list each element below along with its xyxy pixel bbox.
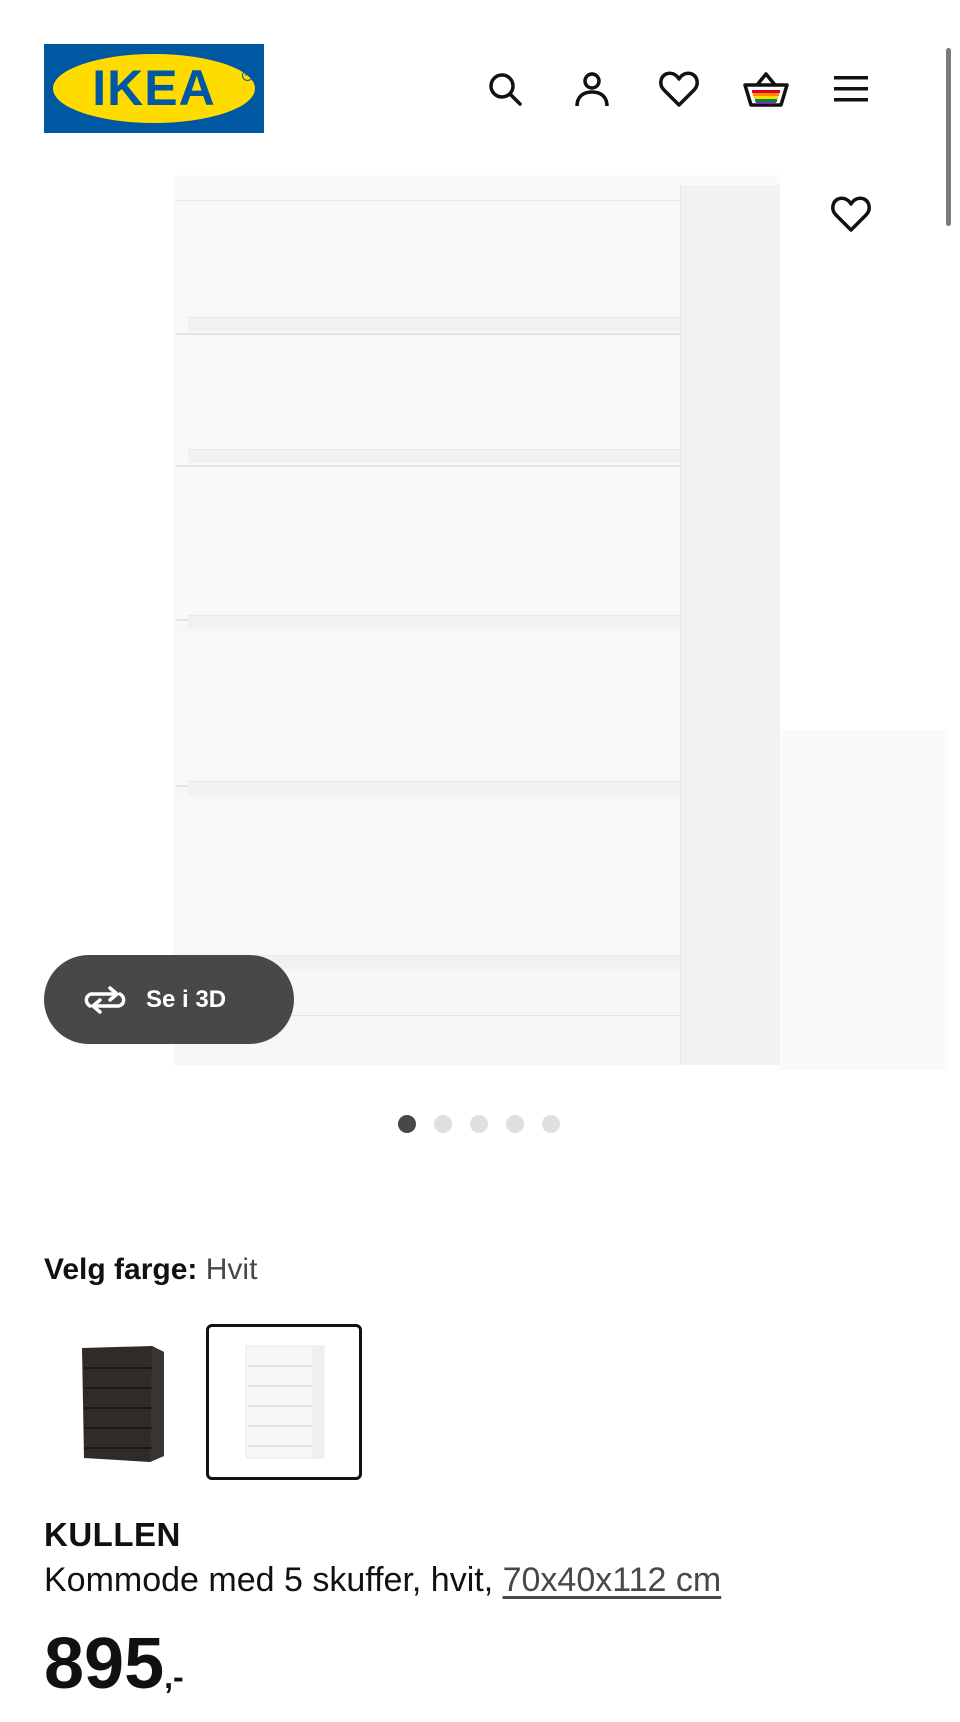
drawer-gap-4 <box>188 781 680 795</box>
drawer-2 <box>176 337 680 467</box>
drawer-gap-2 <box>188 449 680 463</box>
color-label: Velg farge: <box>44 1253 198 1286</box>
swatch-image-dark <box>82 1346 164 1462</box>
drawer-3 <box>176 469 680 621</box>
gallery-dot-4[interactable] <box>506 1115 524 1133</box>
product-description: Kommode med 5 skuffer, hvit, 70x40x112 c… <box>44 1561 721 1600</box>
gallery-dot-1[interactable] <box>398 1115 416 1133</box>
product-image-dresser <box>174 175 780 1065</box>
product-image-gallery[interactable]: Se i 3D <box>0 0 960 1133</box>
drawer-gap-3 <box>188 615 680 629</box>
product-name: KULLEN <box>44 1516 181 1553</box>
price-value: 895 <box>44 1624 165 1704</box>
color-option-dark[interactable] <box>44 1324 200 1480</box>
add-to-favorites-button[interactable] <box>826 189 876 239</box>
color-selector-label: Velg farge: Hvit <box>44 1253 257 1287</box>
rotate-arrows-icon <box>84 985 126 1014</box>
drawer-gap-1 <box>188 317 680 331</box>
gallery-dot-3[interactable] <box>470 1115 488 1133</box>
price-suffix: ,- <box>164 1659 184 1695</box>
product-description-text: Kommode med 5 skuffer, hvit, <box>44 1561 503 1599</box>
product-price: 895,- <box>44 1628 184 1700</box>
gallery-pagination <box>398 1115 560 1133</box>
color-selected-value: Hvit <box>205 1253 258 1286</box>
heart-outline-icon <box>831 196 871 232</box>
product-dimensions-link[interactable]: 70x40x112 cm <box>503 1561 722 1599</box>
view-in-3d-label: Se i 3D <box>146 985 227 1013</box>
dresser-side <box>680 185 780 1065</box>
swatch-image-white <box>245 1345 325 1459</box>
color-option-white[interactable] <box>206 1324 362 1480</box>
drawer-4 <box>176 635 680 787</box>
view-in-3d-button[interactable]: Se i 3D <box>44 955 294 1044</box>
image-background-shade <box>778 730 948 1070</box>
gallery-dot-2[interactable] <box>434 1115 452 1133</box>
drawer-1 <box>176 205 680 335</box>
gallery-dot-5[interactable] <box>542 1115 560 1133</box>
drawer-5 <box>176 801 680 961</box>
